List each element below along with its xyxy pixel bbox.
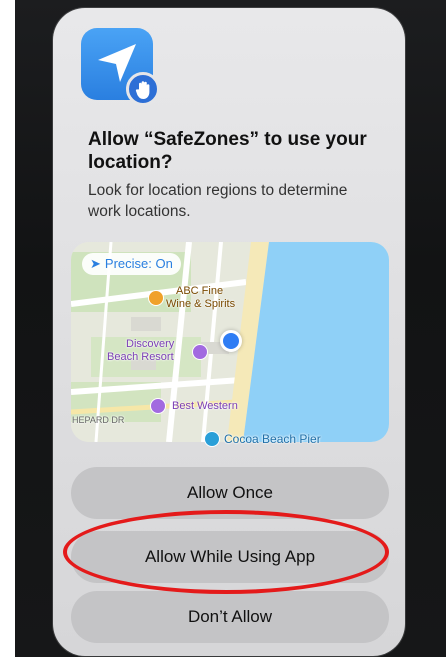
dialog-title: Allow “SafeZones” to use your location?: [88, 129, 367, 173]
pier-pin-icon: [204, 431, 220, 447]
place-label-abc-1: ABC Fine: [176, 285, 224, 297]
place-label-best-western: Best Western: [172, 400, 238, 412]
location-arrow-small-icon: ➤: [90, 256, 101, 271]
current-location-dot: [220, 330, 242, 352]
allow-while-using-app-button[interactable]: Allow While Using App: [71, 531, 389, 583]
allow-once-button[interactable]: Allow Once: [71, 467, 389, 519]
dont-allow-button[interactable]: Don’t Allow: [71, 591, 389, 643]
dialog-message: Look for location regions to determine w…: [88, 182, 348, 220]
place-label-discovery-1: Discovery: [126, 338, 175, 350]
street-label: HEPARD DR: [72, 415, 125, 425]
precise-label: Precise: On: [104, 256, 173, 271]
precise-toggle[interactable]: ➤ Precise: On: [82, 253, 181, 275]
resort-pin-icon: [192, 344, 208, 360]
place-label-discovery-2: Beach Resort: [107, 351, 174, 363]
place-label-cocoa-pier: Cocoa Beach Pier: [224, 432, 321, 446]
raised-hand-icon: [126, 72, 160, 106]
place-label-abc-2: Wine & Spirits: [166, 298, 236, 310]
wine-shop-pin-icon: [148, 290, 164, 306]
hotel-pin-icon: [150, 398, 166, 414]
